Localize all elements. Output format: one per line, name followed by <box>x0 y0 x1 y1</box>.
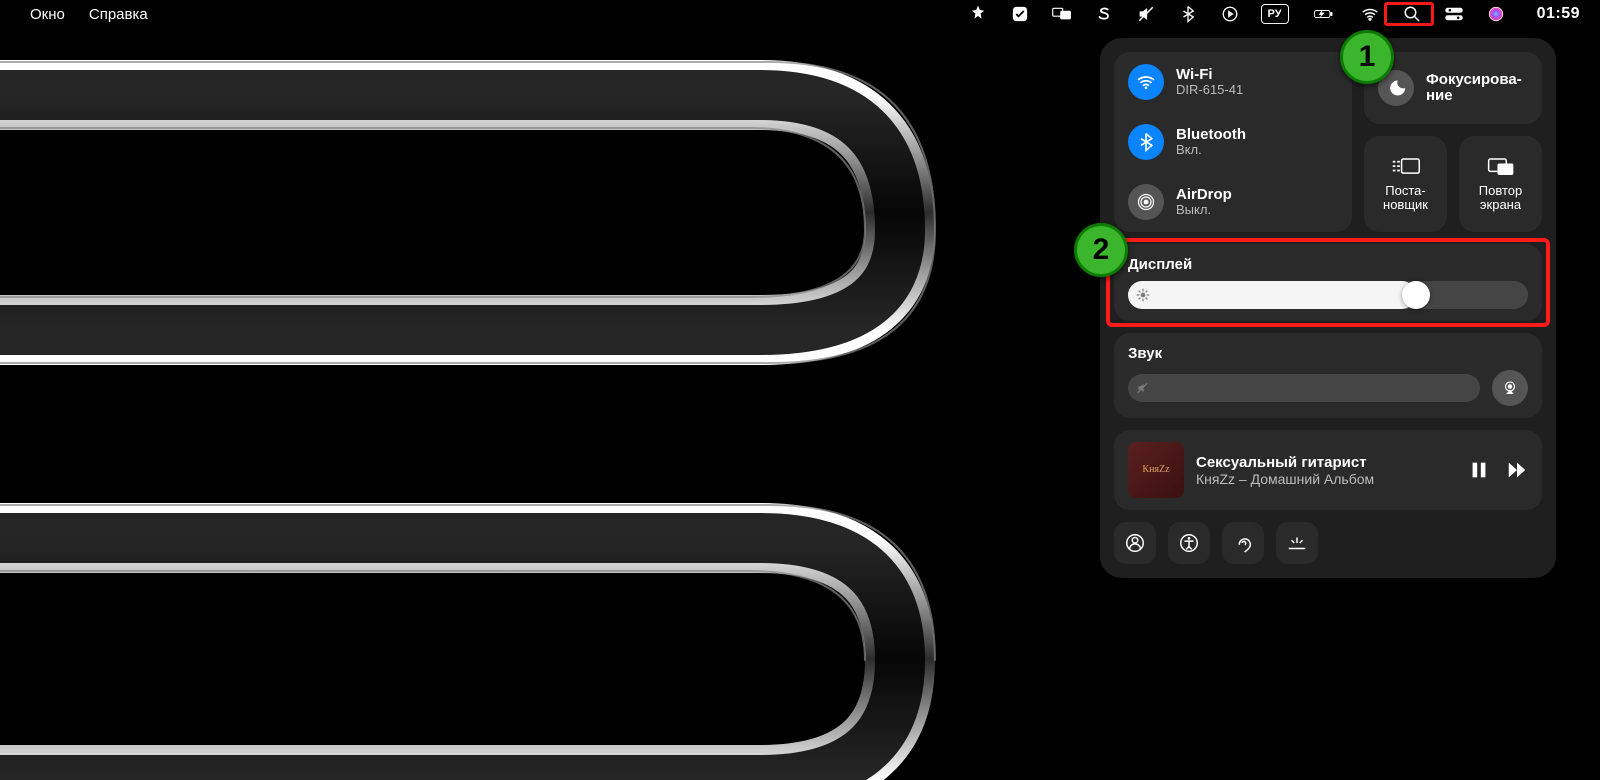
stage-manager-label: Поста- новщик <box>1383 184 1428 213</box>
displays-tray-icon[interactable] <box>1051 5 1073 23</box>
hearing-quick-button[interactable] <box>1222 522 1264 564</box>
sound-slider[interactable] <box>1128 374 1480 402</box>
bluetooth-status: Вкл. <box>1176 143 1246 158</box>
display-tile: Дисплей <box>1114 244 1542 321</box>
s-tray-icon[interactable] <box>1093 5 1115 23</box>
wifi-label: Wi-Fi <box>1176 66 1243 83</box>
airplay-audio-button[interactable] <box>1492 370 1528 406</box>
wifi-toggle[interactable]: Wi-FiDIR-615-41 <box>1128 64 1338 100</box>
focus-label: Фокусирова- ние <box>1426 72 1522 105</box>
track-title: Сексуальный гитарист <box>1196 454 1456 471</box>
sound-tile: Звук <box>1114 333 1542 418</box>
bluetooth-label: Bluetooth <box>1176 126 1246 143</box>
quick-row <box>1114 522 1542 564</box>
airdrop-toggle[interactable]: AirDropВыкл. <box>1128 184 1338 220</box>
battery-tray-icon[interactable] <box>1309 5 1339 23</box>
control-center-panel: Wi-FiDIR-615-41 BluetoothВкл. AirDropВык… <box>1100 38 1556 578</box>
now-playing-tile[interactable]: КняZz Сексуальный гитарист КняZz – Домаш… <box>1114 430 1542 510</box>
user-quick-button[interactable] <box>1114 522 1156 564</box>
airdrop-icon <box>1128 184 1164 220</box>
play-circle-tray-icon[interactable] <box>1219 5 1241 23</box>
bluetooth-icon <box>1128 124 1164 160</box>
volume-mute-icon <box>1136 381 1150 395</box>
menu-window[interactable]: Окно <box>30 6 65 23</box>
control-center-tray-icon[interactable] <box>1443 5 1465 23</box>
bluetooth-toggle[interactable]: BluetoothВкл. <box>1128 124 1338 160</box>
annotation-badge-1: 1 <box>1340 30 1394 84</box>
airdrop-label: AirDrop <box>1176 186 1232 203</box>
screen-mirror-toggle[interactable]: Повтор экрана <box>1459 136 1542 232</box>
rocket-tray-icon[interactable] <box>967 5 989 23</box>
wifi-icon <box>1128 64 1164 100</box>
sound-label: Звук <box>1128 345 1528 362</box>
display-slider[interactable] <box>1128 281 1528 309</box>
siri-tray-icon[interactable] <box>1485 5 1507 23</box>
screen-mirror-label: Повтор экрана <box>1479 184 1522 213</box>
wifi-network: DIR-615-41 <box>1176 83 1243 98</box>
stage-manager-icon <box>1391 156 1421 178</box>
checkbox-tray-icon[interactable] <box>1009 5 1031 23</box>
stage-manager-toggle[interactable]: Поста- новщик <box>1364 136 1447 232</box>
language-tray[interactable]: РУ <box>1261 4 1289 24</box>
album-art: КняZz <box>1128 442 1184 498</box>
keyboard-brightness-quick-button[interactable] <box>1276 522 1318 564</box>
screen-mirror-icon <box>1486 156 1516 178</box>
annotation-badge-2: 2 <box>1074 223 1128 277</box>
accessibility-quick-button[interactable] <box>1168 522 1210 564</box>
brightness-icon <box>1136 288 1150 302</box>
next-button[interactable] <box>1506 459 1528 481</box>
pause-button[interactable] <box>1468 459 1490 481</box>
menubar: Окно Справка РУ 01:59 <box>0 0 1600 28</box>
display-label: Дисплей <box>1128 256 1528 273</box>
airdrop-status: Выкл. <box>1176 203 1232 218</box>
annotation-highlight-cc-icon <box>1384 2 1434 26</box>
menu-help[interactable]: Справка <box>89 6 148 23</box>
bluetooth-tray-icon[interactable] <box>1177 5 1199 23</box>
network-tile: Wi-FiDIR-615-41 BluetoothВкл. AirDropВык… <box>1114 52 1352 232</box>
mute-tray-icon[interactable] <box>1135 5 1157 23</box>
track-artist: КняZz – Домашний Альбом <box>1196 471 1456 487</box>
menubar-clock[interactable]: 01:59 <box>1537 5 1580 23</box>
wifi-tray-icon[interactable] <box>1359 5 1381 23</box>
